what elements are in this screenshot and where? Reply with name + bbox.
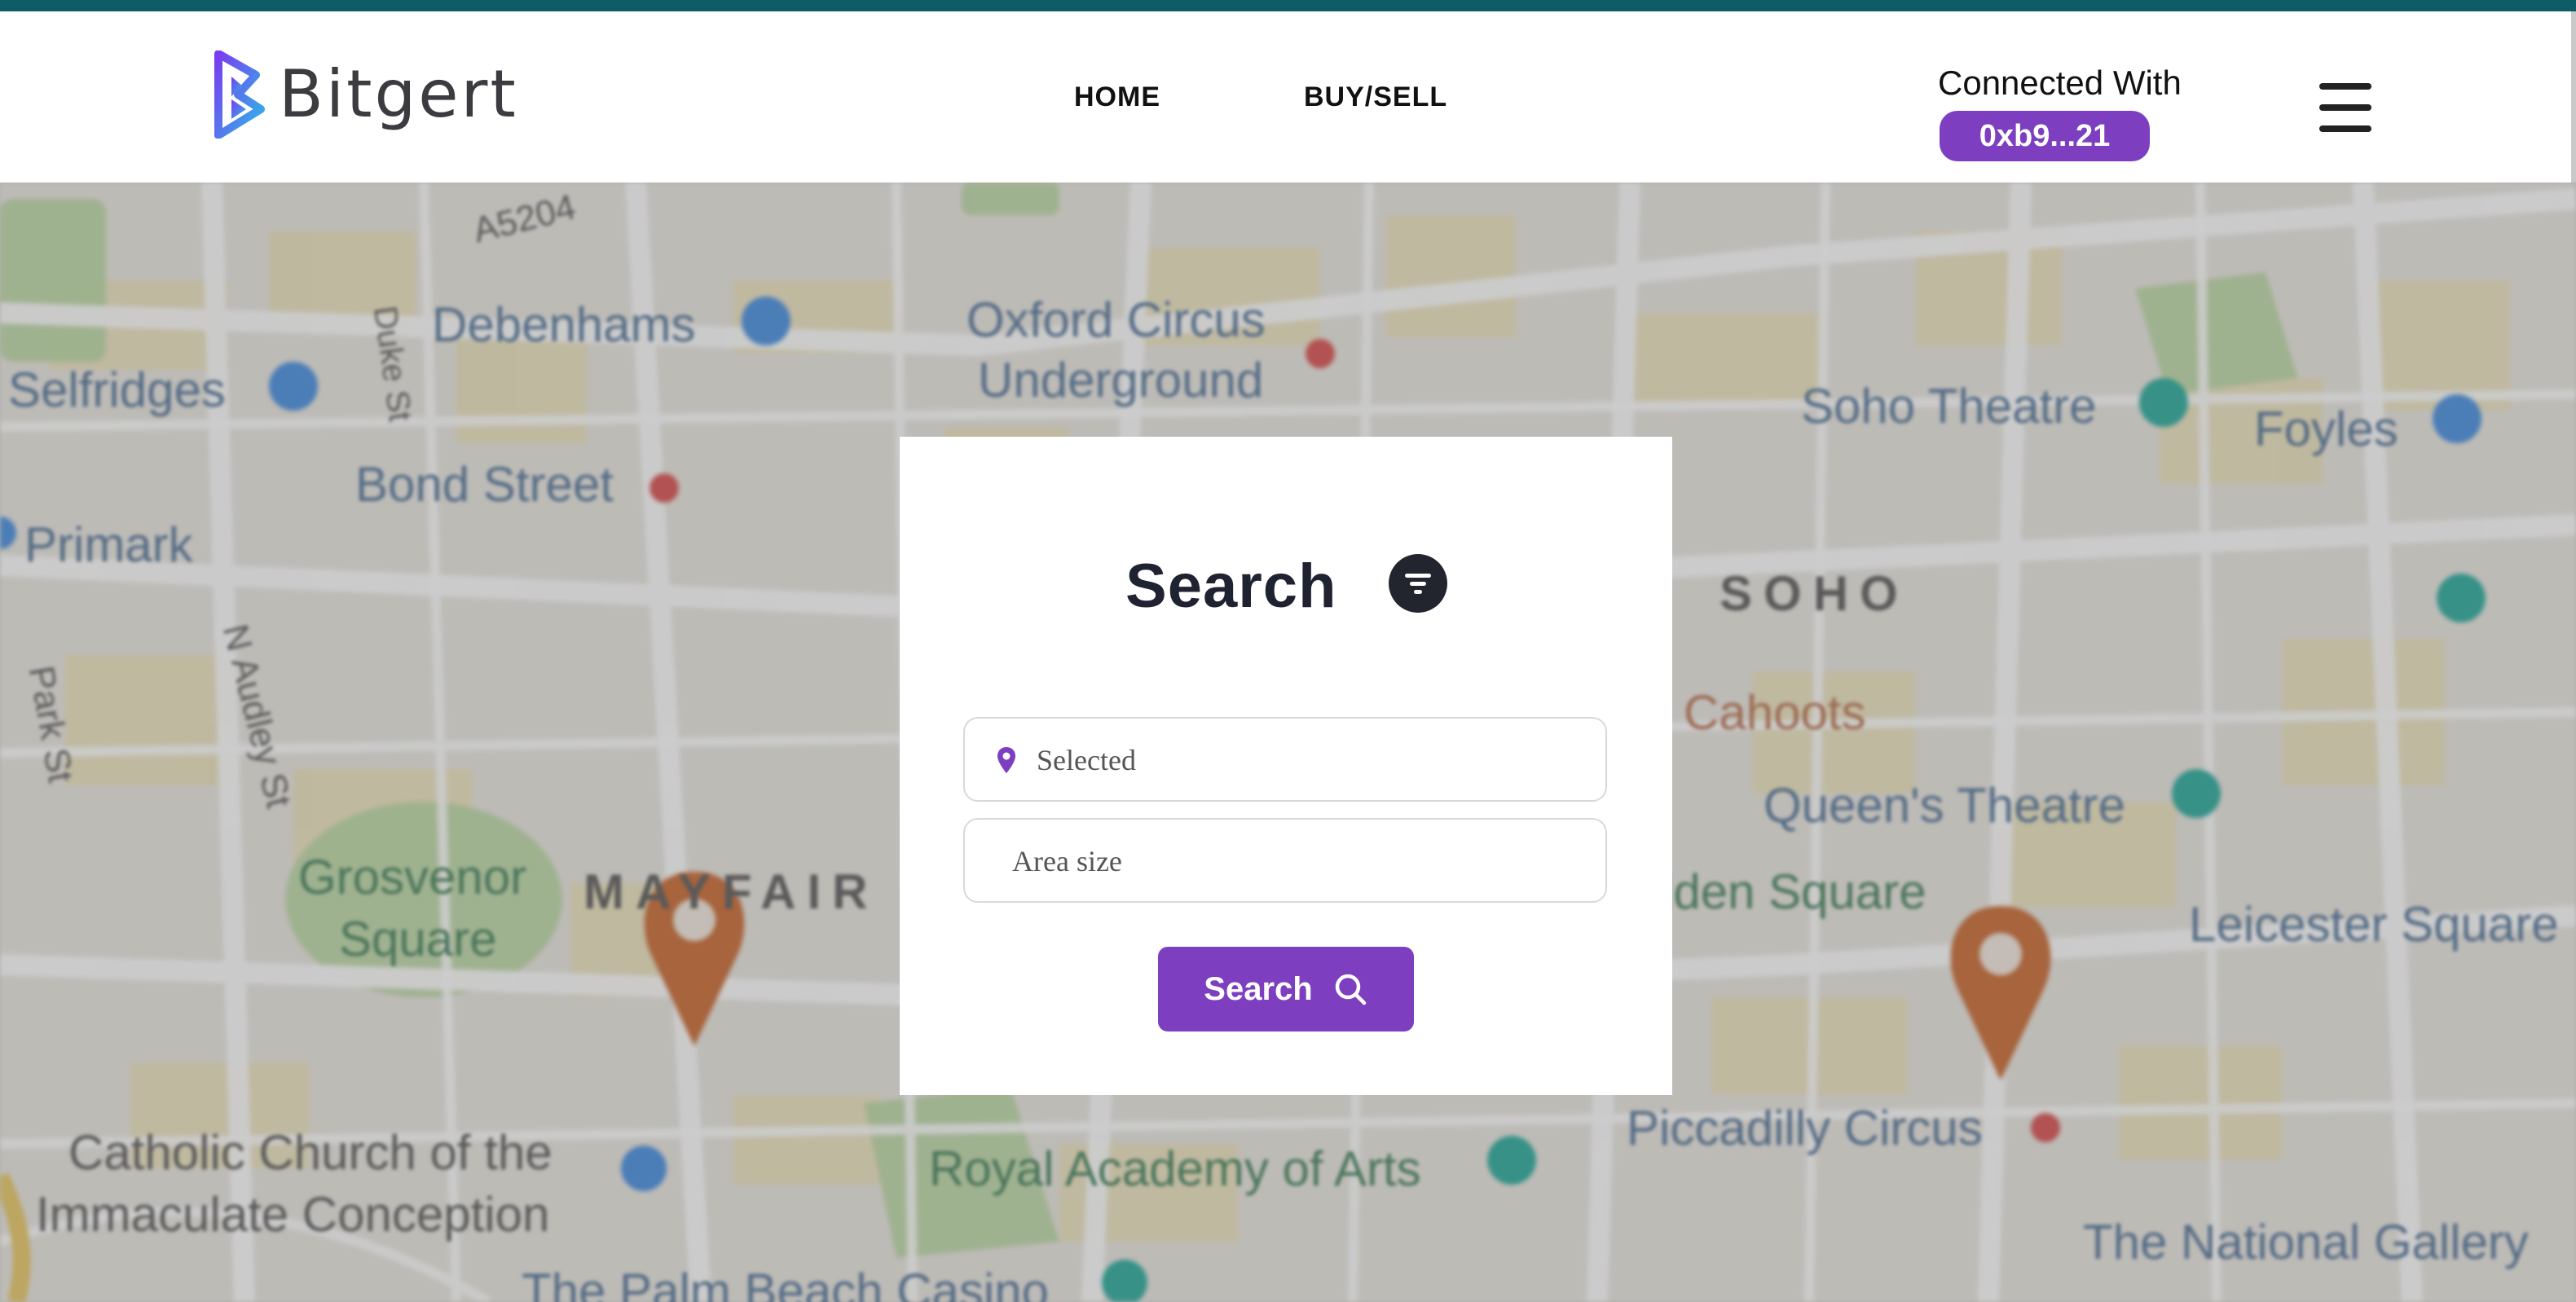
search-card: Search Search <box>900 437 1672 1095</box>
brand-logo[interactable]: Bitgert <box>214 51 518 139</box>
location-input[interactable] <box>1035 719 1592 802</box>
search-title: Search <box>1125 552 1337 621</box>
location-field[interactable] <box>963 717 1607 802</box>
nav-buy-sell[interactable]: BUY/SELL <box>1304 81 1447 113</box>
search-button[interactable]: Search <box>1158 947 1414 1031</box>
search-button-label: Search <box>1204 970 1313 1007</box>
filter-icon[interactable] <box>1389 554 1447 613</box>
wallet-address-badge[interactable]: 0xb9...21 <box>1940 111 2150 161</box>
nav-home[interactable]: HOME <box>1074 81 1160 113</box>
bitgert-b-icon <box>214 51 265 139</box>
top-accent-bar <box>0 0 2576 11</box>
site-header: Bitgert HOME BUY/SELL Connected With 0xb… <box>0 11 2576 183</box>
search-icon <box>1335 974 1366 1005</box>
scrollbar-edge <box>2571 11 2576 183</box>
hamburger-menu-icon[interactable] <box>2319 83 2371 132</box>
area-size-field[interactable] <box>963 818 1607 903</box>
brand-name: Bitgert <box>279 56 518 132</box>
location-pin-icon <box>997 747 1015 773</box>
area-size-input[interactable] <box>1011 820 1568 903</box>
connected-with-label: Connected With <box>1938 64 2182 102</box>
